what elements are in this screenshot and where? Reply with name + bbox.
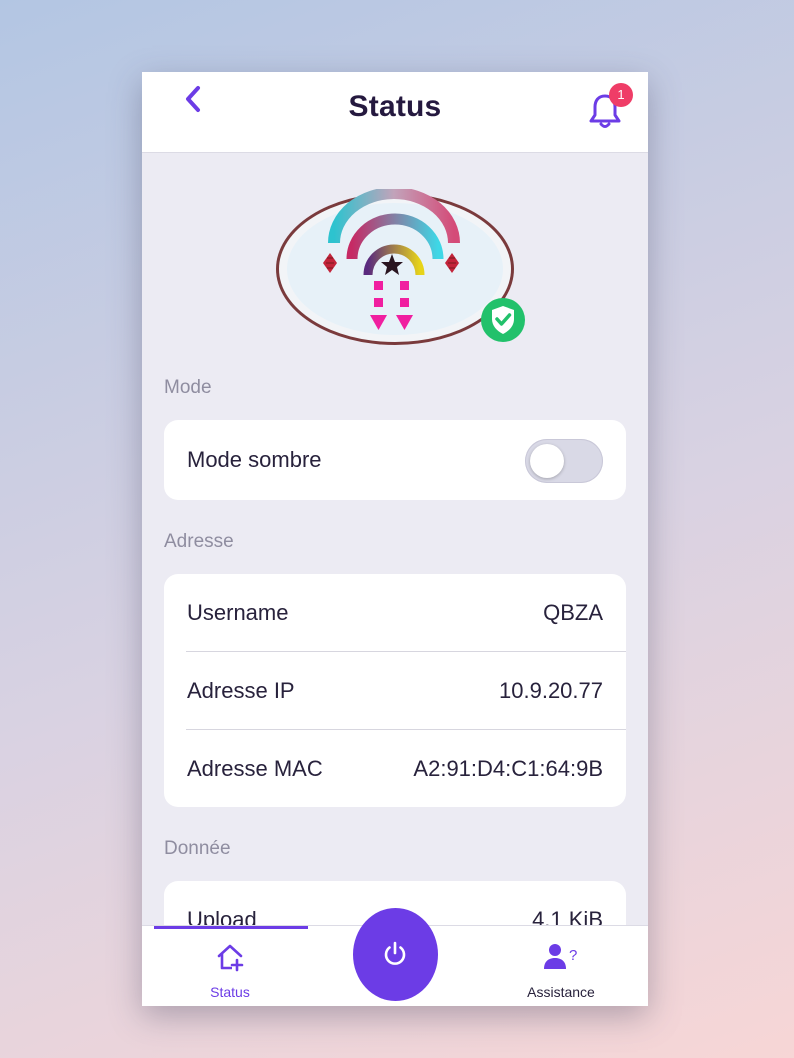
address-card: Username QBZA Adresse IP 10.9.20.77 Adre… bbox=[164, 574, 626, 807]
page-title: Status bbox=[348, 90, 442, 123]
ip-address-value: 10.9.20.77 bbox=[499, 678, 603, 703]
home-plus-icon bbox=[217, 944, 244, 972]
svg-text:?: ? bbox=[569, 947, 577, 964]
dark-mode-toggle[interactable] bbox=[525, 439, 603, 483]
power-icon bbox=[384, 941, 406, 965]
section-title-mode: Mode bbox=[164, 377, 212, 398]
mac-address-value: A2:91:D4:C1:64:9B bbox=[413, 756, 603, 781]
mac-address-label: Adresse MAC bbox=[187, 756, 323, 781]
mode-card: Mode sombre bbox=[164, 420, 626, 500]
dark-mode-label: Mode sombre bbox=[187, 447, 322, 472]
nav-assistance[interactable]: ? Assistance bbox=[486, 926, 636, 1006]
app-screen: Status 1 Mode Mode sombre Adresse Userna… bbox=[142, 72, 648, 1006]
username-label: Username bbox=[187, 600, 289, 625]
upload-label: Upload bbox=[187, 907, 257, 925]
nav-status-label: Status bbox=[210, 984, 250, 1000]
list-item: Adresse IP 10.9.20.77 bbox=[164, 652, 626, 730]
section-title-data: Donnée bbox=[164, 838, 231, 859]
list-item: Adresse MAC A2:91:D4:C1:64:9B bbox=[164, 730, 626, 808]
power-button[interactable] bbox=[353, 908, 438, 1001]
app-header: Status 1 bbox=[142, 72, 648, 153]
upload-value: 4.1 KiB bbox=[532, 907, 603, 925]
content-scroll-area[interactable]: Mode Mode sombre Adresse Username QBZA A… bbox=[142, 153, 648, 925]
ip-address-label: Adresse IP bbox=[187, 678, 295, 703]
shield-check-icon bbox=[481, 298, 525, 342]
section-title-address: Adresse bbox=[164, 531, 234, 552]
nav-status[interactable]: Status bbox=[155, 926, 305, 1006]
nav-assistance-label: Assistance bbox=[527, 984, 595, 1000]
username-value: QBZA bbox=[543, 600, 603, 625]
list-item: Username QBZA bbox=[164, 574, 626, 652]
avatar bbox=[274, 187, 525, 349]
user-question-icon: ? bbox=[544, 944, 577, 969]
dark-mode-row: Mode sombre bbox=[164, 421, 626, 499]
toggle-knob bbox=[530, 444, 564, 478]
notification-badge: 1 bbox=[609, 83, 633, 107]
